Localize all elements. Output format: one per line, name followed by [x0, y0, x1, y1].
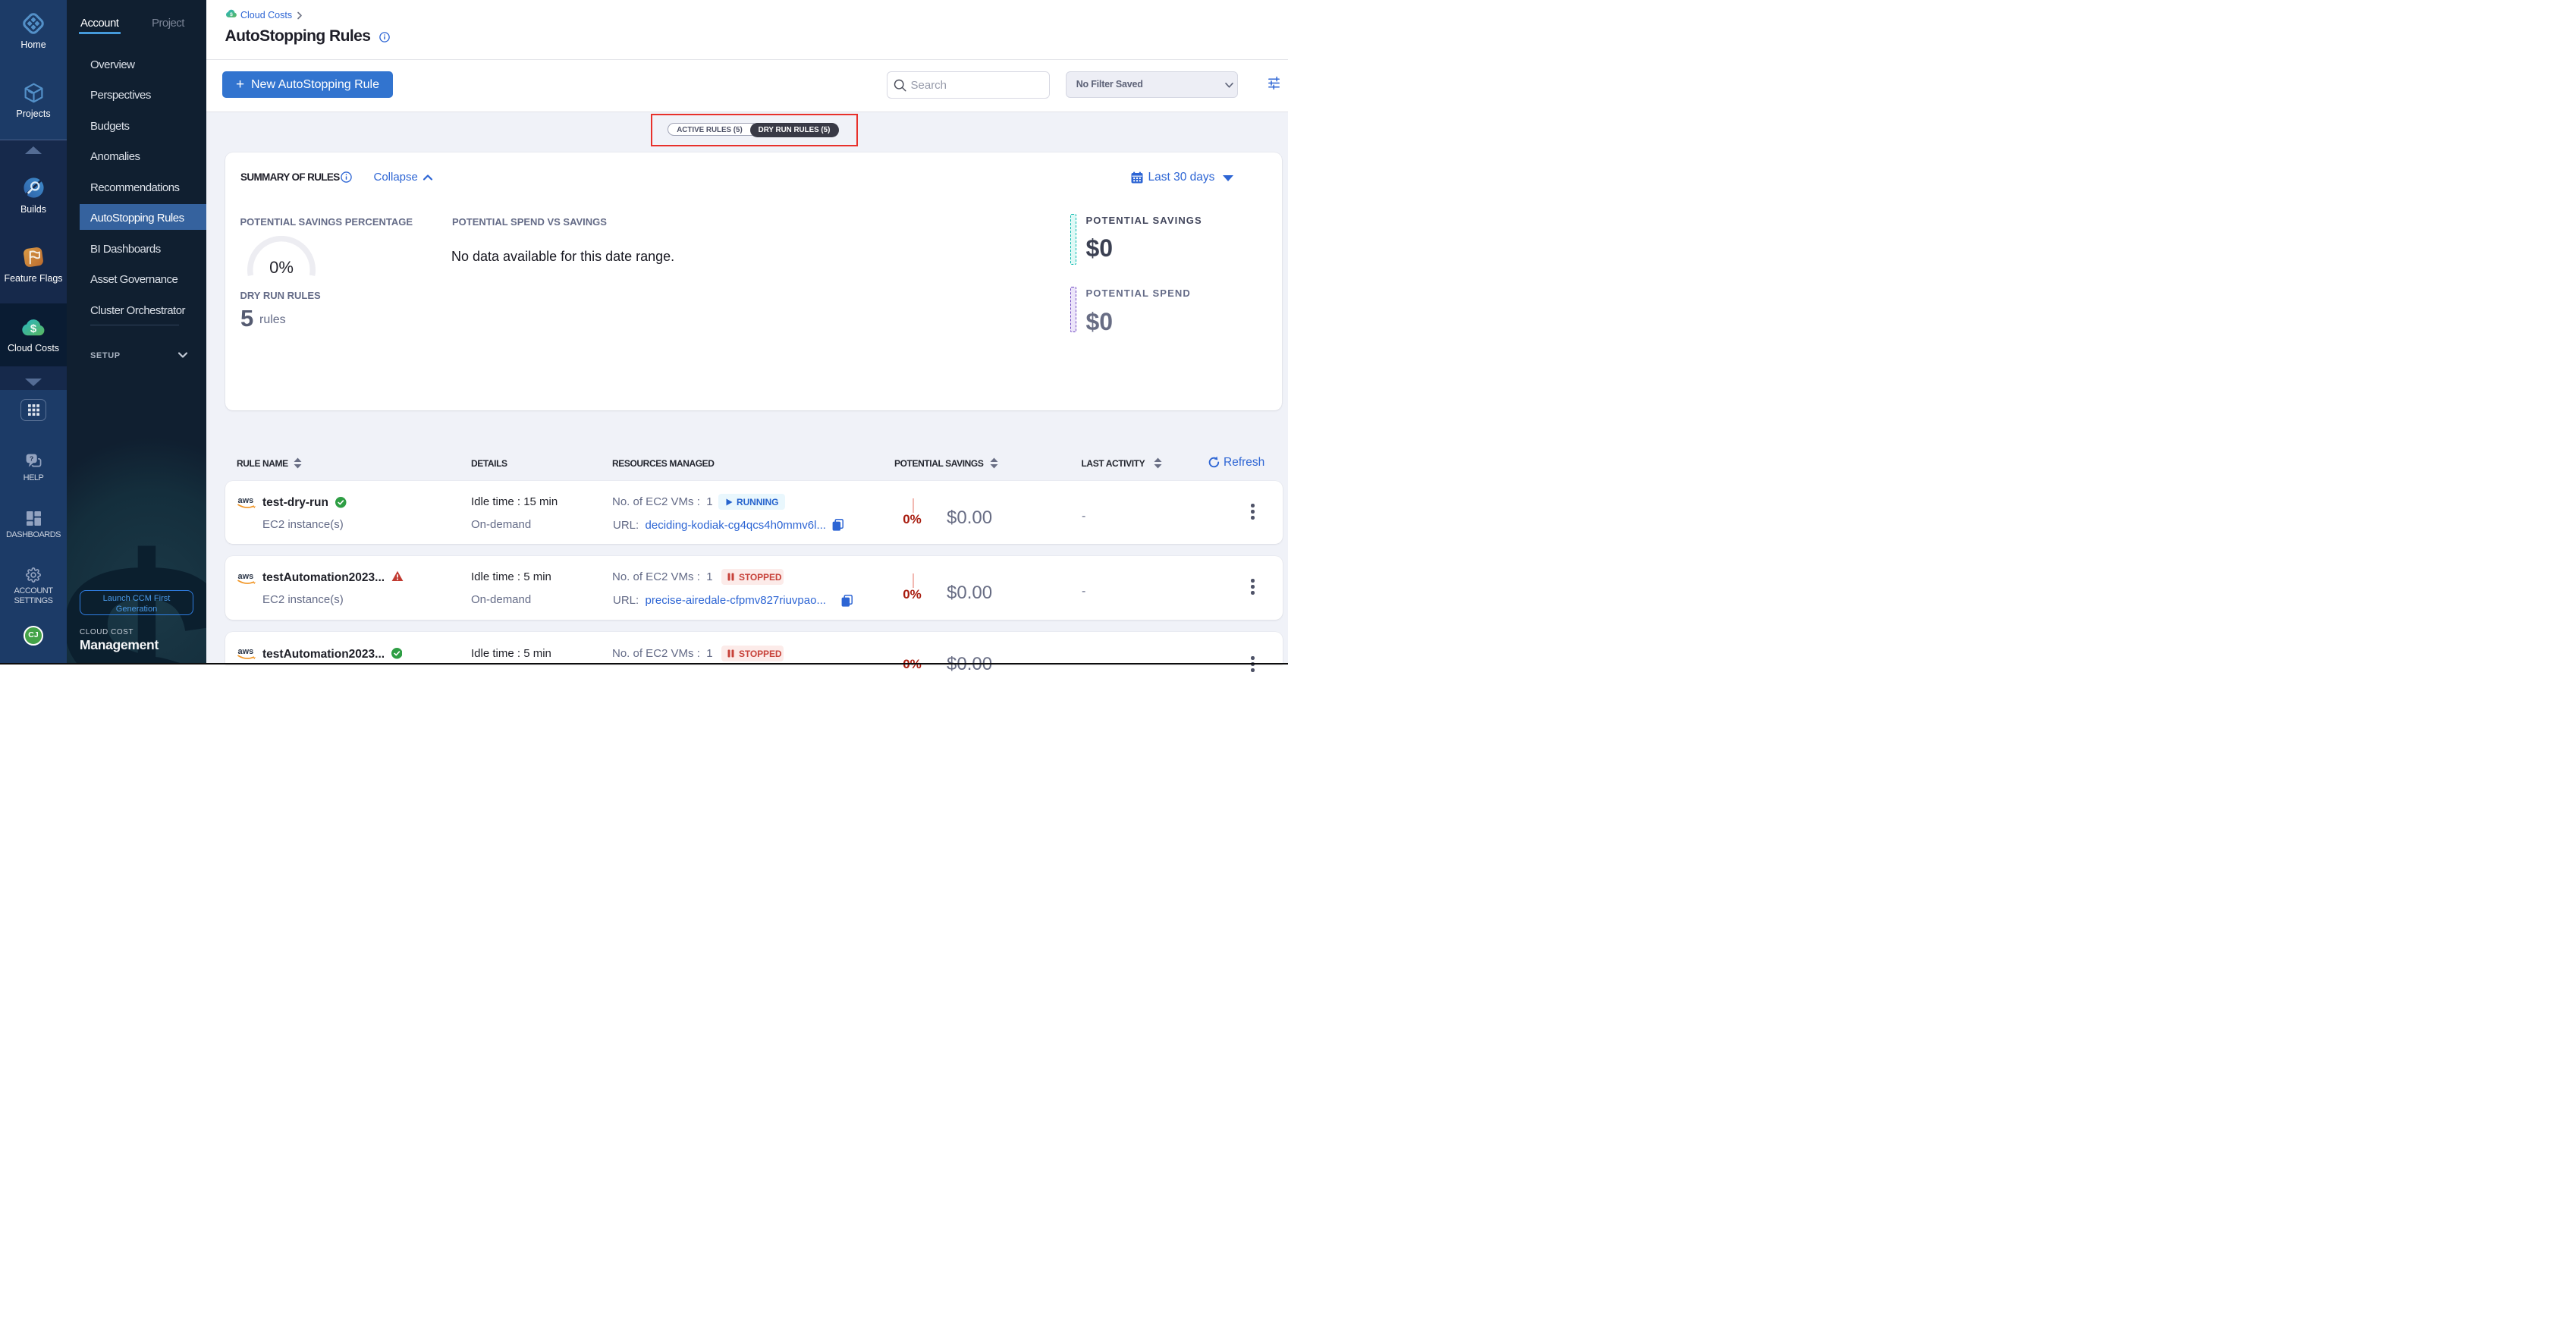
svg-text:$: $ [230, 11, 233, 17]
svg-text:$: $ [30, 322, 37, 335]
svg-text:aws: aws [238, 572, 254, 581]
svg-text:aws: aws [238, 647, 254, 656]
svg-text:aws: aws [238, 496, 254, 505]
svg-text:?: ? [30, 455, 33, 463]
